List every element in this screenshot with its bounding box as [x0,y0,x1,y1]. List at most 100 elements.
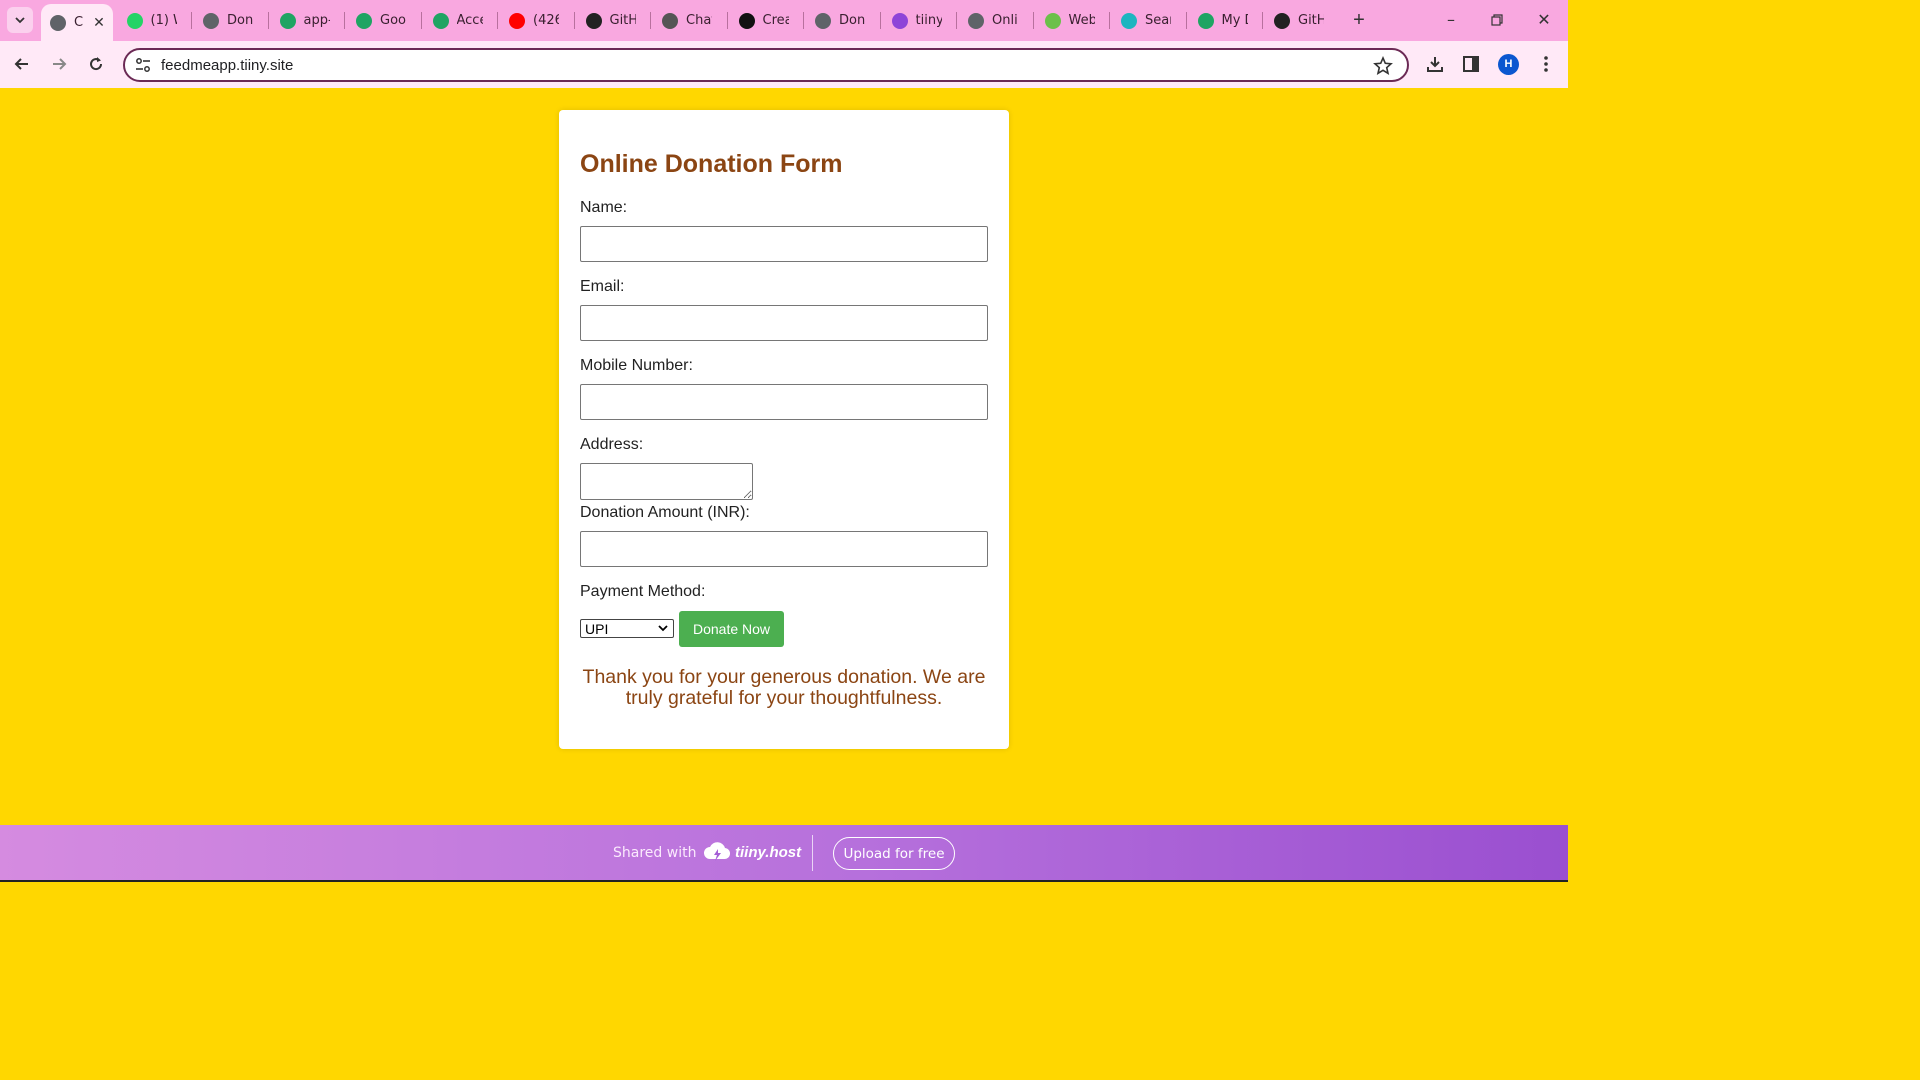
tab-separator [573,12,575,29]
new-tab-button[interactable]: + [1348,9,1370,31]
browser-tab[interactable]: Dona [806,0,876,41]
donation-form-card: Online Donation Form Name: Email: Mobile… [559,110,1009,749]
vuetify-icon [1121,12,1137,29]
youtube-icon [509,12,525,29]
tab-title: Web [1068,13,1095,28]
tab-title: Chat [686,13,712,28]
address-bar[interactable]: feedmeapp.tiiny.site [123,48,1409,82]
browser-toolbar: feedmeapp.tiiny.site H [0,41,1568,88]
side-panel-button[interactable] [1460,53,1482,75]
reload-icon [90,57,103,71]
payment-selected-value: UPI [585,620,609,637]
browser-tab[interactable]: GitH [1265,0,1335,41]
browser-tabstrip: C✕ (1) W Dona app- Goog Acce (426) GitH Chat Crea… [0,0,1568,41]
form-title: Online Donation Form [580,150,843,178]
shared-with-text: Shared with [613,845,697,861]
browser-tab[interactable]: Onlin [959,0,1029,41]
profile-avatar[interactable]: H [1498,54,1519,75]
browser-tab[interactable]: My D [1189,0,1259,41]
google-drive-icon [1197,12,1214,29]
tab-separator [191,12,192,29]
mobile-input[interactable] [580,384,988,420]
browser-tab[interactable]: app- [271,0,341,41]
site-info-icon[interactable] [134,56,152,74]
tiiny-host-logo[interactable]: tiiny.host [703,840,801,864]
globe-icon [203,12,219,29]
tab-separator [650,12,651,29]
restore-button[interactable] [1483,8,1511,32]
tab-separator [1262,12,1263,29]
browser-menu-button[interactable] [1535,53,1557,75]
tab-search-button[interactable] [7,7,33,33]
browser-tab[interactable]: Searc [1112,0,1182,41]
browser-tab[interactable]: (426) [500,0,570,41]
downloads-button[interactable] [1424,53,1446,75]
whatsapp-icon [126,12,143,29]
name-label: Name: [580,199,628,216]
tab-title: GitH [609,13,636,28]
browser-tab[interactable]: Creat [730,0,800,41]
tab-title: tiiny. [915,13,942,28]
tiiny-icon [891,12,908,29]
tab-title: (1) W [150,13,177,28]
browser-tab[interactable]: Chat [653,0,723,41]
tab-separator [1032,12,1034,29]
cloud-bolt-icon [704,842,731,861]
amount-label: Donation Amount (INR): [580,504,750,521]
globe-icon [968,12,984,29]
back-button[interactable] [10,52,34,76]
browser-tab[interactable]: (1) W [118,0,188,41]
github-icon [1274,12,1290,29]
reload-button[interactable] [84,52,108,76]
google-drive-icon [432,12,449,29]
minimize-button[interactable]: – [1437,8,1465,32]
address-label: Address: [580,436,644,453]
tab-separator [879,12,881,29]
tab-title: Dona [839,13,865,28]
tab-separator [726,12,728,29]
amount-input[interactable] [580,531,988,567]
arrow-left-icon [14,58,28,70]
tab-title: Dona [227,13,253,28]
email-input[interactable] [580,305,988,341]
browser-tab[interactable]: Goog [347,0,417,41]
github-icon [585,12,602,29]
browser-tab[interactable]: Acce [424,0,494,41]
tab-separator [803,12,804,29]
tab-separator [267,12,269,29]
donate-now-button[interactable]: Donate Now [679,611,784,647]
chevron-down-icon [15,17,25,24]
browser-tab[interactable]: Web [1036,0,1106,41]
close-tab-icon[interactable]: ✕ [91,15,107,31]
name-input[interactable] [580,226,988,262]
mobile-label: Mobile Number: [580,357,693,374]
tab-title: app- [303,13,330,28]
browser-tab[interactable]: C ✕ [41,4,113,41]
kebab-menu-icon [1544,56,1548,72]
tab-title: Onlin [992,13,1018,28]
side-panel-icon [1463,56,1479,72]
url-text: feedmeapp.tiiny.site [161,57,294,74]
close-window-button[interactable]: ✕ [1530,8,1558,32]
tab-separator [1109,12,1110,29]
tab-title: Goog [380,13,406,28]
browser-tab[interactable]: tiiny. [883,0,953,41]
bookmark-star-icon[interactable] [1373,56,1393,76]
browser-tab[interactable]: Dona [194,0,264,41]
browser-tab[interactable]: GitH [577,0,647,41]
footer-divider [812,835,813,871]
globe-icon [50,14,66,31]
payment-label: Payment Method: [580,583,706,600]
tab-separator [420,12,422,29]
upload-for-free-button[interactable]: Upload for free [833,837,955,870]
address-textarea[interactable] [580,463,753,500]
tab-title: Creat [762,13,789,28]
tiiny-host-banner: Shared with tiiny.host Upload for free [0,825,1568,882]
email-label: Email: [580,278,625,295]
forward-button[interactable] [47,52,71,76]
payment-method-select[interactable]: UPI [580,619,674,638]
chatgpt-icon [662,12,678,29]
globe-icon [815,12,831,29]
star-icon [1044,12,1061,29]
download-icon [1427,57,1443,72]
